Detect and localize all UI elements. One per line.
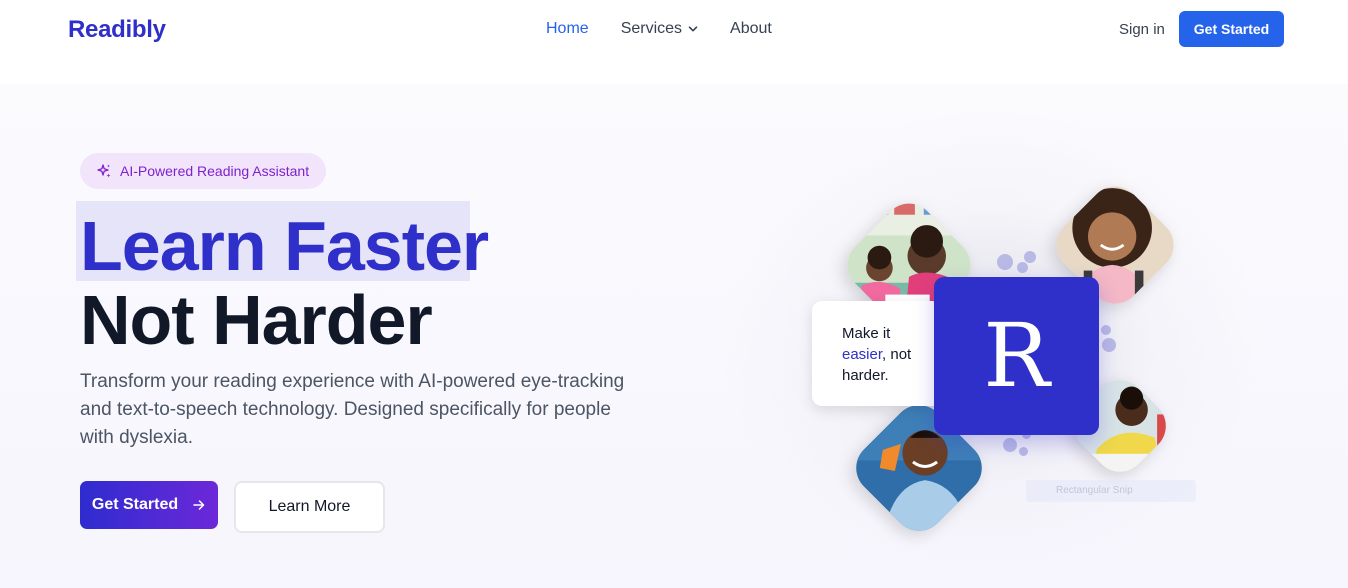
- nav-link-services-label: Services: [620, 20, 683, 37]
- sparkles-icon: [97, 164, 111, 178]
- brand-logo[interactable]: Readibly: [68, 16, 166, 44]
- hero-get-started-button[interactable]: Get Started: [80, 481, 218, 529]
- hero-description: Transform your reading experience with A…: [80, 371, 625, 448]
- nav-link-about[interactable]: About: [730, 20, 772, 38]
- learn-more-button[interactable]: Learn More: [234, 481, 385, 533]
- decor-dot: [1102, 338, 1116, 352]
- tagline-card: Make it easier, not harder.: [812, 301, 942, 406]
- tagline-part-1: Make it: [842, 325, 891, 342]
- decor-dot: [1101, 325, 1111, 335]
- hero-get-started-label: Get Started: [91, 496, 179, 513]
- readibly-logo-card: R: [934, 277, 1099, 435]
- headline-line-2: Not Harder: [80, 281, 433, 359]
- decor-dot: [997, 254, 1013, 270]
- nav-get-started-button[interactable]: Get Started: [1179, 11, 1284, 47]
- arrow-right-icon: [193, 500, 205, 510]
- decor-dot: [1024, 251, 1036, 263]
- decor-dot: [1003, 438, 1017, 452]
- chevron-down-icon: [688, 26, 698, 32]
- tagline-highlight: easier: [842, 346, 883, 363]
- faint-snip-overlay: Rectangular Snip: [1026, 480, 1196, 502]
- badge-label: AI-Powered Reading Assistant: [120, 163, 310, 179]
- nav-link-home[interactable]: Home: [546, 20, 589, 38]
- nav-link-services[interactable]: Services: [621, 20, 698, 38]
- decor-dot: [1019, 447, 1028, 456]
- ai-badge: AI-Powered Reading Assistant: [80, 153, 326, 189]
- headline-line-1: Learn Faster: [80, 207, 489, 285]
- sign-in-link[interactable]: Sign in: [1119, 21, 1165, 38]
- logo-letter: R: [983, 304, 1050, 407]
- main-nav: Home Services About: [546, 20, 804, 38]
- decor-dot: [1017, 262, 1028, 273]
- top-navbar: Readibly Home Services About Sign in Get…: [0, 0, 1348, 62]
